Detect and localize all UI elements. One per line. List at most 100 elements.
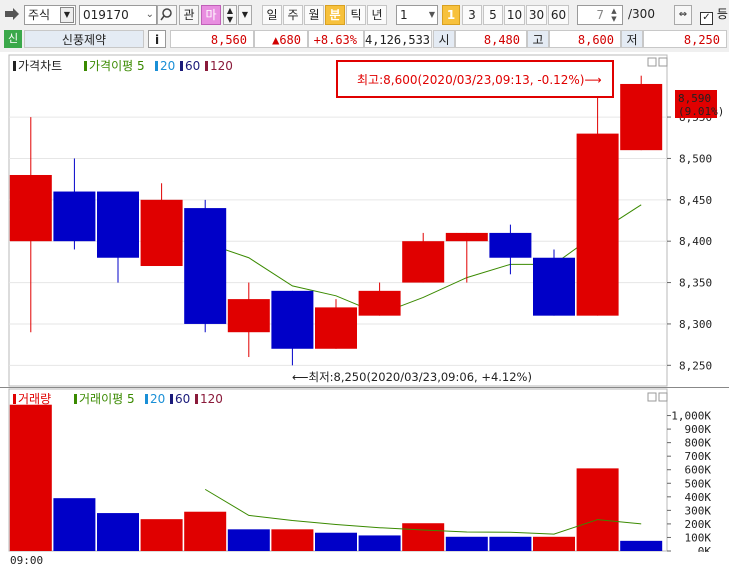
volume-tick-label: 100K — [685, 531, 712, 544]
window-menu-icon[interactable] — [4, 5, 20, 25]
current-price-tag-value: 8,590 — [678, 92, 711, 105]
volume-bar — [489, 536, 532, 551]
current-price: 8,560 — [170, 30, 254, 48]
price-legend: 가격차트 가격이평 5 20 60 120 — [13, 59, 233, 73]
chevron-down-icon: ▼ — [428, 10, 435, 19]
volume-bar — [576, 468, 619, 551]
period-tab-month[interactable]: 월 — [304, 5, 324, 25]
low-label: 저 — [621, 30, 643, 48]
price-legend-ma5: 가격이평 5 — [89, 59, 145, 73]
period-tab-minute[interactable]: 분 — [325, 5, 345, 25]
legend-marker — [145, 394, 148, 404]
period-tab-week[interactable]: 주 — [283, 5, 303, 25]
count-current-value: 7 — [596, 8, 604, 22]
close-icon[interactable] — [658, 57, 668, 67]
credit-badge: 신 — [4, 30, 22, 48]
chart-area[interactable]: 8,2508,3008,3508,4008,4508,5008,550 0K10… — [0, 52, 729, 567]
period-tab-day[interactable]: 일 — [262, 5, 282, 25]
dropdown-small[interactable]: ▼ — [238, 5, 252, 25]
time-axis-label: 09:00 — [10, 554, 43, 567]
spin-icon: ▲ ▼ — [611, 7, 617, 23]
trade-volume: 4,126,533 — [364, 30, 432, 48]
candle-body — [620, 83, 663, 151]
stock-name: 신풍제약 — [24, 30, 144, 48]
volume-bar — [402, 523, 445, 551]
interval-btn-60[interactable]: 60 — [548, 5, 569, 25]
count-current-input[interactable]: 7 ▲ ▼ — [577, 5, 623, 25]
interval-btn-1[interactable]: 1 — [442, 5, 460, 25]
legend-marker — [74, 394, 77, 404]
count-total: /300 — [628, 5, 672, 25]
price-change: ▲680 — [254, 30, 308, 48]
candle-body — [315, 307, 357, 349]
volume-tick-label: 400K — [685, 491, 712, 504]
period-tab-tick[interactable]: 틱 — [346, 5, 366, 25]
interval-btn-5[interactable]: 5 — [483, 5, 503, 25]
low-annotation: ⟵최저:8,250(2020/03/23,09:06, +4.12%) — [292, 370, 532, 384]
price-legend-title: 가격차트 — [18, 59, 62, 73]
volume-bar — [140, 519, 183, 551]
legend-marker — [205, 61, 208, 71]
current-price-tag-pct: (9.01%) — [678, 105, 724, 118]
candle-body — [445, 232, 488, 242]
option-checkbox[interactable]: ✓ 등 — [700, 5, 729, 25]
interval-btn-30[interactable]: 30 — [526, 5, 547, 25]
price-tick-label: 8,250 — [679, 359, 712, 372]
close-icon[interactable] — [658, 392, 668, 402]
volume-legend-ma60: 60 — [175, 392, 190, 406]
chevron-down-icon: ▼ — [60, 7, 74, 23]
price-tick-label: 8,350 — [679, 277, 712, 290]
interval-btn-3[interactable]: 3 — [462, 5, 482, 25]
candle-body — [489, 232, 532, 258]
interval-select[interactable]: 1 ▼ — [396, 5, 438, 25]
volume-bar — [184, 511, 227, 551]
volume-bar — [620, 540, 663, 551]
spin-updown[interactable]: ▲ ▼ — [223, 5, 237, 25]
candle-body — [358, 290, 401, 316]
candle-body — [9, 174, 52, 242]
price-tick-label: 8,450 — [679, 194, 712, 207]
volume-bar — [53, 498, 96, 551]
stock-info-bar: 신 신풍제약 i 8,560 ▲680 +8.63% 4,126,533 시 8… — [0, 29, 729, 49]
volume-legend-ma5: 거래이평 5 — [79, 392, 135, 406]
interval-value: 1 — [400, 8, 408, 22]
volume-bar — [315, 532, 357, 551]
price-legend-ma120: 120 — [210, 59, 233, 73]
ma-button[interactable]: 마 — [201, 5, 221, 25]
candle-body — [533, 257, 575, 316]
legend-marker — [13, 61, 16, 71]
period-tab-year[interactable]: 년 — [367, 5, 387, 25]
volume-tick-label: 300K — [685, 504, 712, 517]
expand-button[interactable]: ⇔ — [674, 5, 692, 25]
minimize-icon[interactable] — [647, 57, 657, 67]
candle-body — [140, 199, 183, 267]
volume-bar — [358, 535, 401, 551]
volume-tick-label: 900K — [685, 423, 712, 436]
volume-legend-ma120: 120 — [200, 392, 223, 406]
legend-marker — [13, 394, 16, 404]
volume-tick-label: 700K — [685, 450, 712, 463]
price-tick-label: 8,300 — [679, 318, 712, 331]
time-axis — [0, 552, 729, 567]
volume-legend-title: 거래량 — [18, 392, 51, 406]
candle-body — [576, 133, 619, 316]
volume-bar — [533, 536, 575, 551]
market-type-select[interactable]: 주식 ▼ — [24, 5, 76, 25]
interval-btn-10[interactable]: 10 — [504, 5, 525, 25]
gwan-button[interactable]: 관 — [179, 5, 199, 25]
volume-legend-ma20: 20 — [150, 392, 165, 406]
minimize-icon[interactable] — [647, 392, 657, 402]
search-button[interactable] — [157, 5, 177, 25]
price-tick-label: 8,400 — [679, 235, 712, 248]
low-price: 8,250 — [643, 30, 727, 48]
candle-body — [402, 241, 445, 283]
info-button[interactable]: i — [148, 30, 166, 48]
legend-marker — [180, 61, 183, 71]
option-checkbox-label: 등 — [716, 7, 728, 21]
stock-code-input[interactable]: 019170 ⌄ — [79, 5, 157, 25]
legend-marker — [84, 61, 87, 71]
high-label: 고 — [527, 30, 549, 48]
chevron-down-icon: ⌄ — [145, 9, 154, 20]
volume-tick-label: 800K — [685, 437, 712, 450]
volume-bar — [97, 513, 139, 551]
